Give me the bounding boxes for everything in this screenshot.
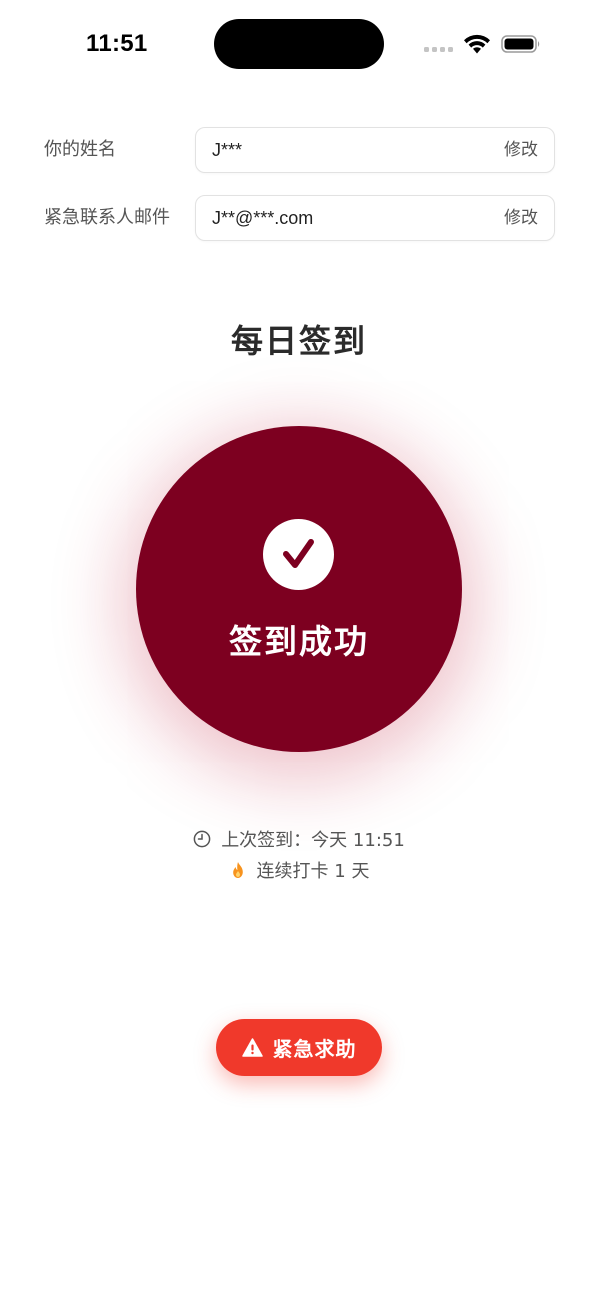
- page-title: 每日签到: [230, 322, 367, 360]
- name-value: J***: [212, 140, 243, 160]
- checkin-status-label: 签到成功: [229, 622, 369, 661]
- last-checkin-info: 上次签到：今天 11:51: [0, 826, 598, 852]
- checkin-button[interactable]: 签到成功: [136, 426, 462, 752]
- streak-text: 连续打卡 1 天: [256, 861, 370, 882]
- cellular-signal-icon: [424, 47, 453, 52]
- emergency-email-field[interactable]: J**@***.com 修改: [195, 195, 555, 241]
- emergency-help-label: 紧急求助: [272, 1037, 357, 1061]
- dynamic-island: [214, 19, 384, 69]
- emergency-help-button[interactable]: 紧急求助: [216, 1019, 382, 1076]
- battery-icon: [501, 35, 540, 53]
- status-time: 11:51: [86, 30, 148, 57]
- check-badge: [263, 519, 334, 590]
- emergency-email-row: 紧急联系人邮件 J**@***.com 修改: [0, 195, 598, 241]
- last-checkin-text: 上次签到：今天 11:51: [221, 830, 405, 851]
- name-field[interactable]: J*** 修改: [195, 127, 555, 173]
- check-icon: [283, 539, 314, 568]
- emergency-email-value: J**@***.com: [212, 208, 314, 228]
- emergency-email-label: 紧急联系人邮件: [44, 207, 170, 228]
- warning-icon: [241, 1038, 263, 1057]
- name-row: 你的姓名 J*** 修改: [0, 127, 598, 173]
- streak-info: 连续打卡 1 天: [0, 857, 598, 883]
- app-screen: 11:51 你的姓名 J*** 修改 紧急联系人邮件 J**@***.com 修…: [0, 0, 598, 1300]
- wifi-icon: [464, 34, 490, 54]
- clock-icon: [193, 830, 211, 848]
- name-label: 你的姓名: [44, 139, 116, 160]
- edit-name-button[interactable]: 修改: [504, 128, 538, 172]
- flame-icon: [232, 862, 243, 878]
- edit-email-button[interactable]: 修改: [504, 196, 538, 240]
